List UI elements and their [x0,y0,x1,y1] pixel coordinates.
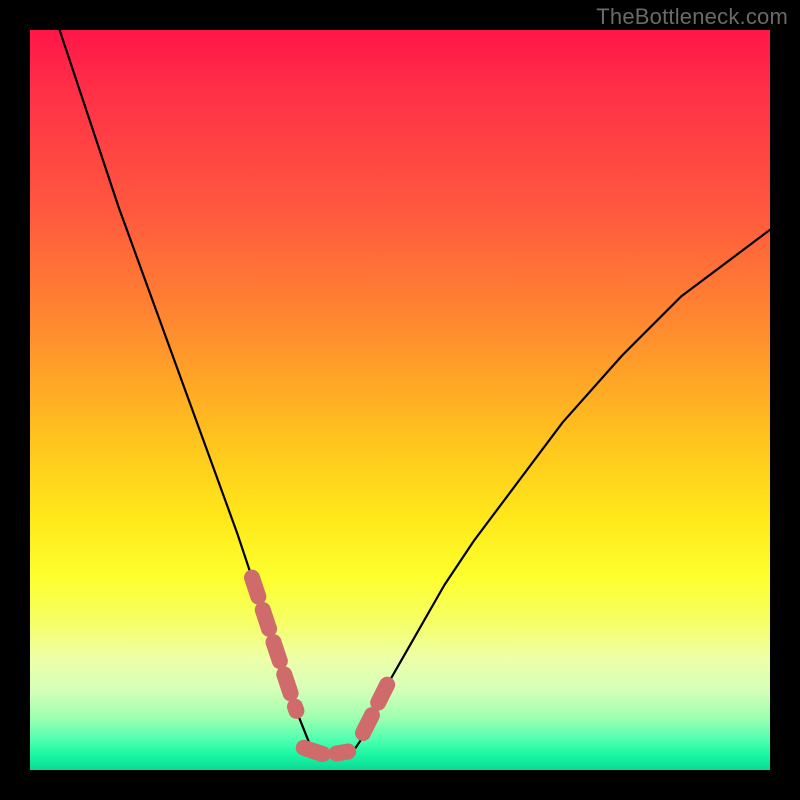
highlight-right-segment [363,674,393,733]
highlight-left-segment [252,578,296,711]
chart-frame: TheBottleneck.com [0,0,800,800]
curve-svg [30,30,770,770]
bottleneck-curve-line [60,30,770,755]
highlight-floor-segment [304,748,348,755]
plot-area [30,30,770,770]
watermark-text: TheBottleneck.com [596,4,788,30]
